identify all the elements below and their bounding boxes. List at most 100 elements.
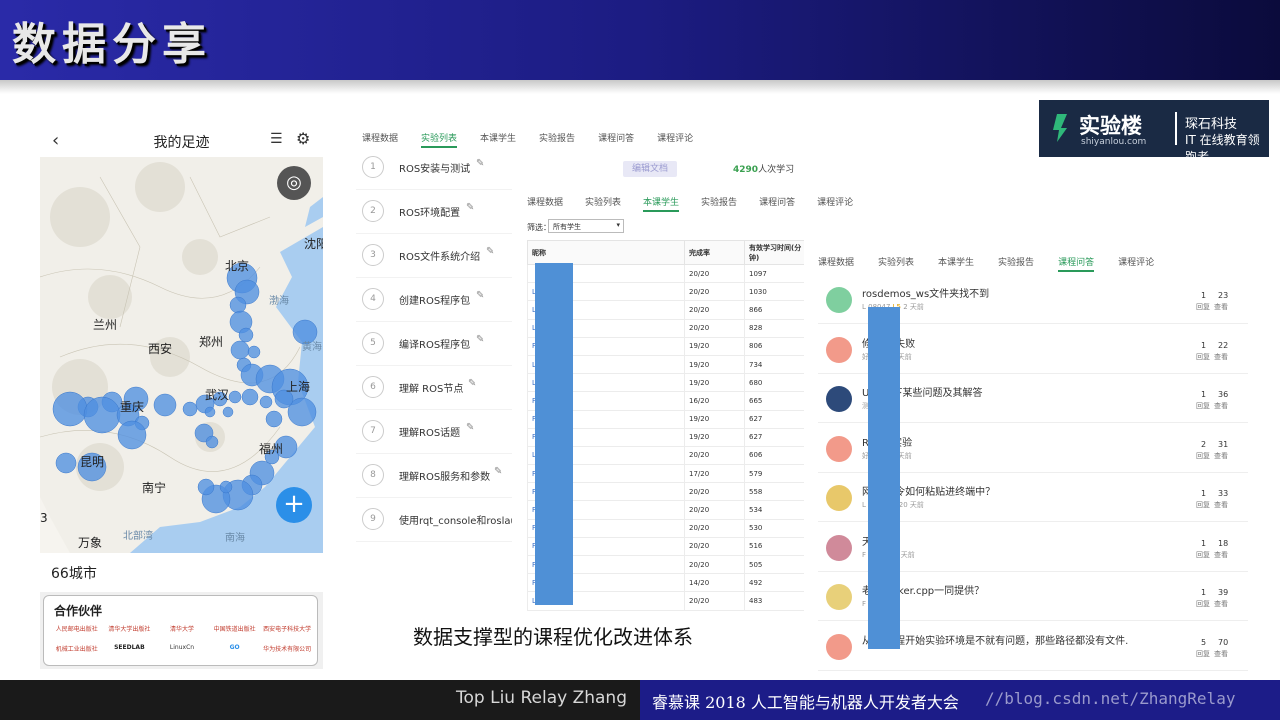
logo-domain: shiyanlou.com: [1081, 137, 1147, 147]
view-count: 22: [1218, 340, 1229, 350]
question-title[interactable]: rosdemos_ws文件夹找不到: [862, 285, 989, 300]
reply-count: 1: [1201, 291, 1207, 300]
add-icon[interactable]: +: [276, 487, 312, 523]
lesson-title[interactable]: 编译ROS程序包: [399, 336, 470, 351]
gear-icon[interactable]: ⚙: [296, 129, 310, 148]
city-count: 66城市: [40, 553, 323, 585]
column-header[interactable]: 完成率: [684, 240, 745, 265]
sea-label: 渤海: [269, 296, 289, 307]
avatar[interactable]: [826, 584, 852, 610]
city-label: 南宁: [142, 481, 167, 495]
edit-icon[interactable]: ✎: [476, 334, 484, 345]
avatar[interactable]: [826, 386, 852, 412]
lesson-item[interactable]: 1 ROS安装与测试 ✎: [356, 146, 804, 190]
column-header[interactable]: 昵称: [527, 240, 685, 265]
avatar[interactable]: [826, 287, 852, 313]
tab-course-data[interactable]: 课程数据: [527, 195, 563, 212]
shiyanlou-logo: 实验楼 shiyanlou.com 琛石科技 IT 在线教育领跑者: [1039, 100, 1269, 164]
lesson-number: 4: [362, 288, 384, 310]
view-label: 查看: [1214, 352, 1228, 361]
tab-lab-list[interactable]: 实验列表: [878, 255, 914, 272]
study-minutes: 627: [744, 427, 807, 447]
lesson-title[interactable]: 理解 ROS节点: [399, 380, 463, 395]
lesson-number: 6: [362, 376, 384, 398]
city-label: 西安: [148, 342, 173, 356]
shiyanlou-mark-icon: [1053, 114, 1067, 142]
city-label: 重庆: [120, 400, 145, 414]
lesson-title[interactable]: 理解ROS话题: [399, 424, 460, 439]
tab-qa[interactable]: 课程问答: [1058, 255, 1095, 272]
partner-logo: SEEDLAB: [114, 644, 145, 651]
partner-logo: 华为技术有限公司: [263, 646, 312, 653]
student-filter-select[interactable]: 所有学生 ▾: [548, 219, 624, 233]
avatar[interactable]: [826, 534, 852, 561]
avatar[interactable]: [826, 336, 852, 363]
lesson-title[interactable]: 理解ROS服务和参数: [399, 468, 490, 483]
reply-count: 1: [1201, 588, 1207, 597]
edit-icon[interactable]: ✎: [466, 422, 474, 433]
avatar[interactable]: [826, 633, 852, 660]
post-time: 20 天前: [898, 501, 924, 509]
chevron-down-icon: ▾: [616, 221, 620, 229]
view-label: 查看: [1214, 303, 1228, 311]
edit-icon[interactable]: ✎: [494, 466, 502, 477]
study-minutes: 680: [744, 373, 807, 393]
lesson-title[interactable]: 使用rqt_console和roslau: [399, 512, 517, 527]
course-tabs: 课程数据 实验列表 本课学生 实验报告 课程问答 课程评论: [818, 255, 1178, 272]
title-bar-shadow: [0, 80, 1280, 94]
edit-icon[interactable]: ✎: [476, 290, 484, 301]
reply-label: 回复: [1196, 303, 1210, 311]
study-minutes: 534: [744, 500, 807, 520]
logo-tagline: IT 在线教育领跑者: [1185, 133, 1260, 164]
tab-comments[interactable]: 课程评论: [817, 195, 853, 212]
lesson-title[interactable]: ROS安装与测试: [399, 160, 470, 175]
city-label: 沈阳: [304, 237, 323, 251]
reply-count: 2: [1201, 439, 1207, 449]
reply-label: 回复: [1196, 402, 1210, 410]
study-minutes: 579: [744, 464, 807, 484]
tab-course-data[interactable]: 课程数据: [818, 255, 854, 272]
tab-reports[interactable]: 实验报告: [998, 255, 1034, 272]
city-label: 郑州: [199, 335, 224, 349]
column-header[interactable]: 有效学习时间(分钟): [744, 240, 807, 265]
tab-reports[interactable]: 实验报告: [701, 195, 737, 212]
reply-label: 回复: [1196, 550, 1210, 559]
locate-icon[interactable]: ◎: [277, 166, 311, 200]
tab-comments[interactable]: 课程评论: [1118, 255, 1154, 272]
reply-count: 1: [1201, 489, 1207, 498]
edit-icon[interactable]: ✎: [468, 378, 476, 389]
redaction-bar: [535, 263, 573, 605]
lesson-title[interactable]: ROS文件系统介绍: [399, 248, 480, 263]
city-label: 兰州: [93, 318, 118, 332]
tab-lab-list[interactable]: 实验列表: [585, 195, 621, 212]
study-minutes: 530: [744, 518, 807, 538]
view-count: 70: [1218, 637, 1229, 647]
edit-icon[interactable]: ✎: [486, 246, 494, 257]
lesson-title[interactable]: 创建ROS程序包: [399, 292, 470, 307]
partner-logo: 西安电子科技大学: [263, 626, 312, 633]
completion-rate: 20/20: [684, 500, 745, 520]
completion-rate: 19/20: [684, 409, 745, 429]
tab-students[interactable]: 本课学生: [938, 255, 974, 272]
lesson-title[interactable]: ROS环境配置: [399, 204, 460, 219]
tab-students[interactable]: 本课学生: [643, 195, 680, 212]
edit-icon[interactable]: ✎: [476, 158, 484, 169]
list-icon[interactable]: ☰: [270, 131, 283, 147]
completion-rate: 20/20: [684, 282, 745, 302]
partners-title: 合作伙伴: [54, 604, 103, 618]
view-count: 36: [1218, 390, 1229, 399]
phone-navbar: ‹ 我的足迹 ☰ ⚙: [40, 125, 323, 157]
view-label: 查看: [1214, 550, 1228, 559]
edit-icon[interactable]: ✎: [466, 202, 474, 213]
footprint-map[interactable]: ◎ 北京 沈阳 兰州 郑州 西安 武汉 重庆 福州 昆明 南宁 万象 上海 3 …: [40, 157, 323, 553]
study-minutes: 665: [744, 391, 807, 411]
reply-count: 1: [1201, 390, 1207, 399]
avatar[interactable]: [826, 485, 852, 511]
logo-company: 琛石科技: [1185, 117, 1238, 132]
question-title[interactable]: 从 节课程开始实验环境是不就有问题，那些路径都没有文件.: [862, 632, 1128, 647]
tab-qa[interactable]: 课程问答: [759, 195, 795, 212]
city-label: 武汉: [205, 388, 230, 402]
avatar[interactable]: [826, 435, 852, 462]
reply-count: 5: [1201, 637, 1207, 647]
completion-rate: 16/20: [684, 391, 745, 411]
